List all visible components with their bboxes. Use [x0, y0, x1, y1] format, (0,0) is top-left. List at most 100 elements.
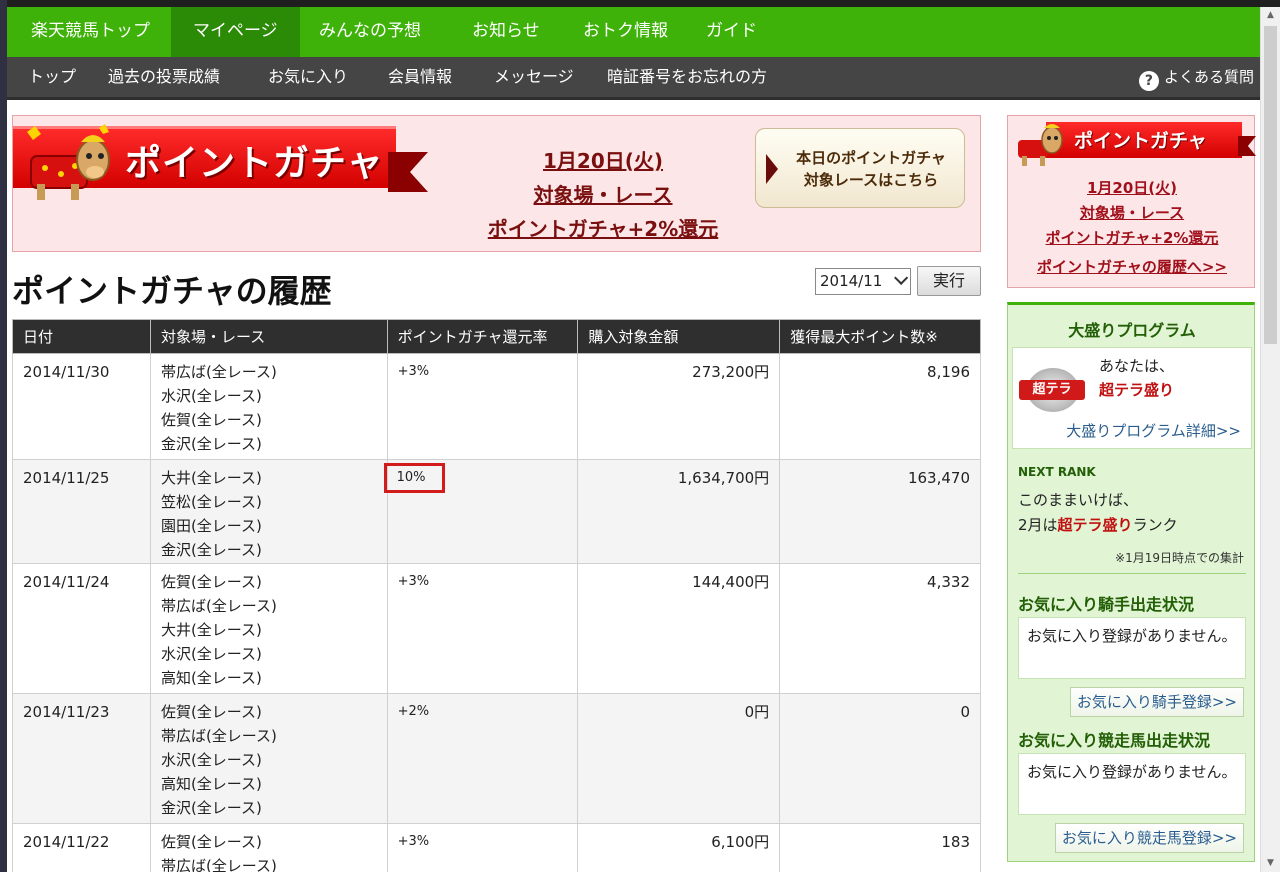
- sub-nav: トップ 過去の投票成績 お気に入り 会員情報 メッセージ 暗証番号をお忘れの方 …: [7, 57, 1260, 100]
- row-venues: 佐賀(全レース) 帯広ば(全レース) 水沢(全レース) 高知(全レース) 金沢(…: [149, 693, 388, 824]
- button-line2: 対象レースはこちら: [803, 171, 939, 189]
- subnav-member-info[interactable]: 会員情報: [388, 57, 452, 97]
- row-date: 2014/11/23: [12, 693, 151, 824]
- tally-note: ※1月19日時点での集計: [1115, 551, 1244, 565]
- row-venues: 佐賀(全レース) 帯広ば(全レース): [149, 823, 388, 872]
- col-amount: 購入対象金額: [577, 319, 781, 354]
- ribbon-tail: [388, 152, 428, 192]
- omori-title: 大盛りプログラム: [1068, 321, 1196, 340]
- gacha-history-link[interactable]: ポイントガチャの履歴へ>>: [1008, 256, 1256, 277]
- venue: 高知(全レース): [160, 775, 262, 793]
- horse-mascot-icon: [27, 124, 110, 200]
- help-label: よくある質問: [1163, 68, 1254, 86]
- scroll-up-icon[interactable]: ▲: [1261, 7, 1280, 24]
- omori-you: あなたは、 超テラ盛り: [1099, 354, 1174, 402]
- omori-detail-link[interactable]: 大盛りプログラム詳細>>: [1066, 420, 1241, 441]
- sidebar-gacha-bonus[interactable]: ポイントガチャ+2%還元: [1008, 226, 1256, 251]
- subnav-past-results[interactable]: 過去の投票成績: [108, 57, 220, 97]
- run-button[interactable]: 実行: [917, 266, 981, 296]
- venue: 佐賀(全レース): [160, 833, 262, 851]
- venue: 佐賀(全レース): [160, 703, 262, 721]
- sidebar-gacha-title: ポイントガチャ: [1074, 130, 1207, 152]
- question-icon: ?: [1138, 71, 1159, 91]
- nav-guide[interactable]: ガイド: [684, 7, 779, 57]
- month-select[interactable]: 2014/11: [815, 268, 911, 295]
- window-left-edge: [0, 0, 7, 872]
- banner-info[interactable]: 1月20日(火) 対象場・レース ポイントガチャ+2%還元: [453, 144, 753, 246]
- sidebar-gacha-target[interactable]: 対象場・レース: [1008, 201, 1256, 226]
- row-date: 2014/11/24: [12, 563, 151, 694]
- subnav-favorites[interactable]: お気に入り: [268, 57, 348, 97]
- you-are-text: あなたは、: [1099, 357, 1175, 375]
- venue: 金沢(全レース): [160, 541, 262, 559]
- nav-minna-yosou[interactable]: みんなの予想: [297, 7, 443, 57]
- venue: 帯広ば(全レース): [160, 597, 277, 615]
- nav-mypage[interactable]: マイページ: [171, 7, 300, 57]
- table-row: 2014/11/22 佐賀(全レース) 帯広ば(全レース) +3% 6,100円…: [12, 823, 981, 872]
- horse-mascot-icon: [1018, 124, 1063, 166]
- venue: 大井(全レース): [160, 469, 262, 487]
- table-row: 2014/11/24 佐賀(全レース) 帯広ば(全レース) 大井(全レース) 水…: [12, 563, 981, 694]
- chevron-down-icon: [894, 270, 909, 285]
- fav-horse-message: お気に入り登録がありません。: [1018, 753, 1246, 815]
- scroll-down-icon[interactable]: ▼: [1261, 855, 1280, 872]
- fav-jockey-message: お気に入り登録がありません。: [1018, 617, 1246, 679]
- omori-program-panel: 大盛りプログラム 超テラ あなたは、 超テラ盛り 大盛りプログラム詳細>> NE…: [1007, 302, 1255, 862]
- sidebar-gacha-date[interactable]: 1月20日(火): [1008, 176, 1256, 201]
- banner-title: ポイントガチャ: [125, 143, 384, 184]
- venue: 笠松(全レース): [160, 493, 262, 511]
- help-link[interactable]: ? よくある質問: [1138, 57, 1254, 97]
- row-rate: +2%: [386, 693, 579, 824]
- venue: 帯広ば(全レース): [160, 363, 277, 381]
- omori-status-card: 超テラ あなたは、 超テラ盛り 大盛りプログラム詳細>>: [1012, 347, 1252, 449]
- venue: 帯広ば(全レース): [160, 727, 277, 745]
- row-amount: 144,400円: [577, 563, 781, 694]
- highlighted-rate: 10%: [383, 463, 445, 493]
- venue: 大井(全レース): [160, 621, 262, 639]
- col-date: 日付: [12, 319, 151, 354]
- today-gacha-button[interactable]: 本日のポイントガチャ 対象レースはこちら: [755, 128, 965, 208]
- fav-jockey-title: お気に入り騎手出走状況: [1018, 595, 1195, 614]
- banner-date[interactable]: 1月20日(火): [453, 144, 753, 178]
- row-amount: 1,634,700円: [577, 459, 781, 564]
- col-rate: ポイントガチャ還元率: [386, 319, 579, 354]
- row-points: 0: [779, 693, 981, 824]
- nav-keiba-top[interactable]: 楽天競馬トップ: [9, 7, 172, 57]
- venue: 水沢(全レース): [160, 751, 262, 769]
- subnav-top[interactable]: トップ: [28, 57, 76, 97]
- venue: 帯広ば(全レース): [160, 857, 277, 872]
- page-scrollbar[interactable]: ▲ ▼: [1260, 7, 1280, 872]
- venue: 金沢(全レース): [160, 435, 262, 453]
- page-title: ポイントガチャの履歴: [12, 272, 332, 310]
- banner-bonus[interactable]: ポイントガチャ+2%還元: [453, 212, 753, 246]
- scroll-thumb[interactable]: [1264, 26, 1277, 344]
- next-line1: このままいけば、: [1018, 491, 1139, 509]
- table-row: 2014/11/30 帯広ば(全レース) 水沢(全レース) 佐賀(全レース) 金…: [12, 353, 981, 460]
- register-horse-button[interactable]: お気に入り競走馬登録>>: [1054, 823, 1244, 853]
- current-rank: 超テラ盛り: [1099, 381, 1175, 399]
- row-amount: 0円: [577, 693, 781, 824]
- register-jockey-button[interactable]: お気に入り騎手登録>>: [1069, 687, 1244, 717]
- row-date: 2014/11/30: [12, 353, 151, 460]
- subnav-forgot-pin[interactable]: 暗証番号をお忘れの方: [607, 57, 767, 97]
- row-amount: 273,200円: [577, 353, 781, 460]
- point-gacha-banner: ポイントガチャ 1月20日(火) 対象場・レース ポイントガチャ+2%還元 本日…: [12, 115, 981, 252]
- next-rank-label: NEXT RANK: [1018, 465, 1096, 479]
- sidebar-gacha-ribbon: ポイントガチャ: [1046, 122, 1256, 158]
- window-top-edge: [0, 0, 1280, 7]
- nav-otoku[interactable]: おトク情報: [561, 7, 690, 57]
- sidebar-gacha-panel: ポイントガチャ 1月20日(火) 対象場・レース ポイントガチャ+2%還元 ポイ…: [1007, 115, 1256, 288]
- banner-target[interactable]: 対象場・レース: [453, 178, 753, 212]
- main-nav: 楽天競馬トップ マイページ みんなの予想 お知らせ おトク情報 ガイド: [7, 7, 1260, 57]
- medal-label: 超テラ: [1019, 380, 1085, 400]
- venue: 水沢(全レース): [160, 387, 262, 405]
- col-venue: 対象場・レース: [149, 319, 388, 354]
- table-header-row: 日付 対象場・レース ポイントガチャ還元率 購入対象金額 獲得最大ポイント数※: [12, 319, 981, 354]
- row-rate: +3%: [386, 823, 579, 872]
- row-rate: +3%: [386, 353, 579, 460]
- next-suffix: ランク: [1132, 516, 1178, 534]
- sidebar-gacha-info[interactable]: 1月20日(火) 対象場・レース ポイントガチャ+2%還元: [1008, 176, 1256, 251]
- subnav-messages[interactable]: メッセージ: [494, 57, 574, 97]
- nav-oshirase[interactable]: お知らせ: [450, 7, 562, 57]
- row-points: 4,332: [779, 563, 981, 694]
